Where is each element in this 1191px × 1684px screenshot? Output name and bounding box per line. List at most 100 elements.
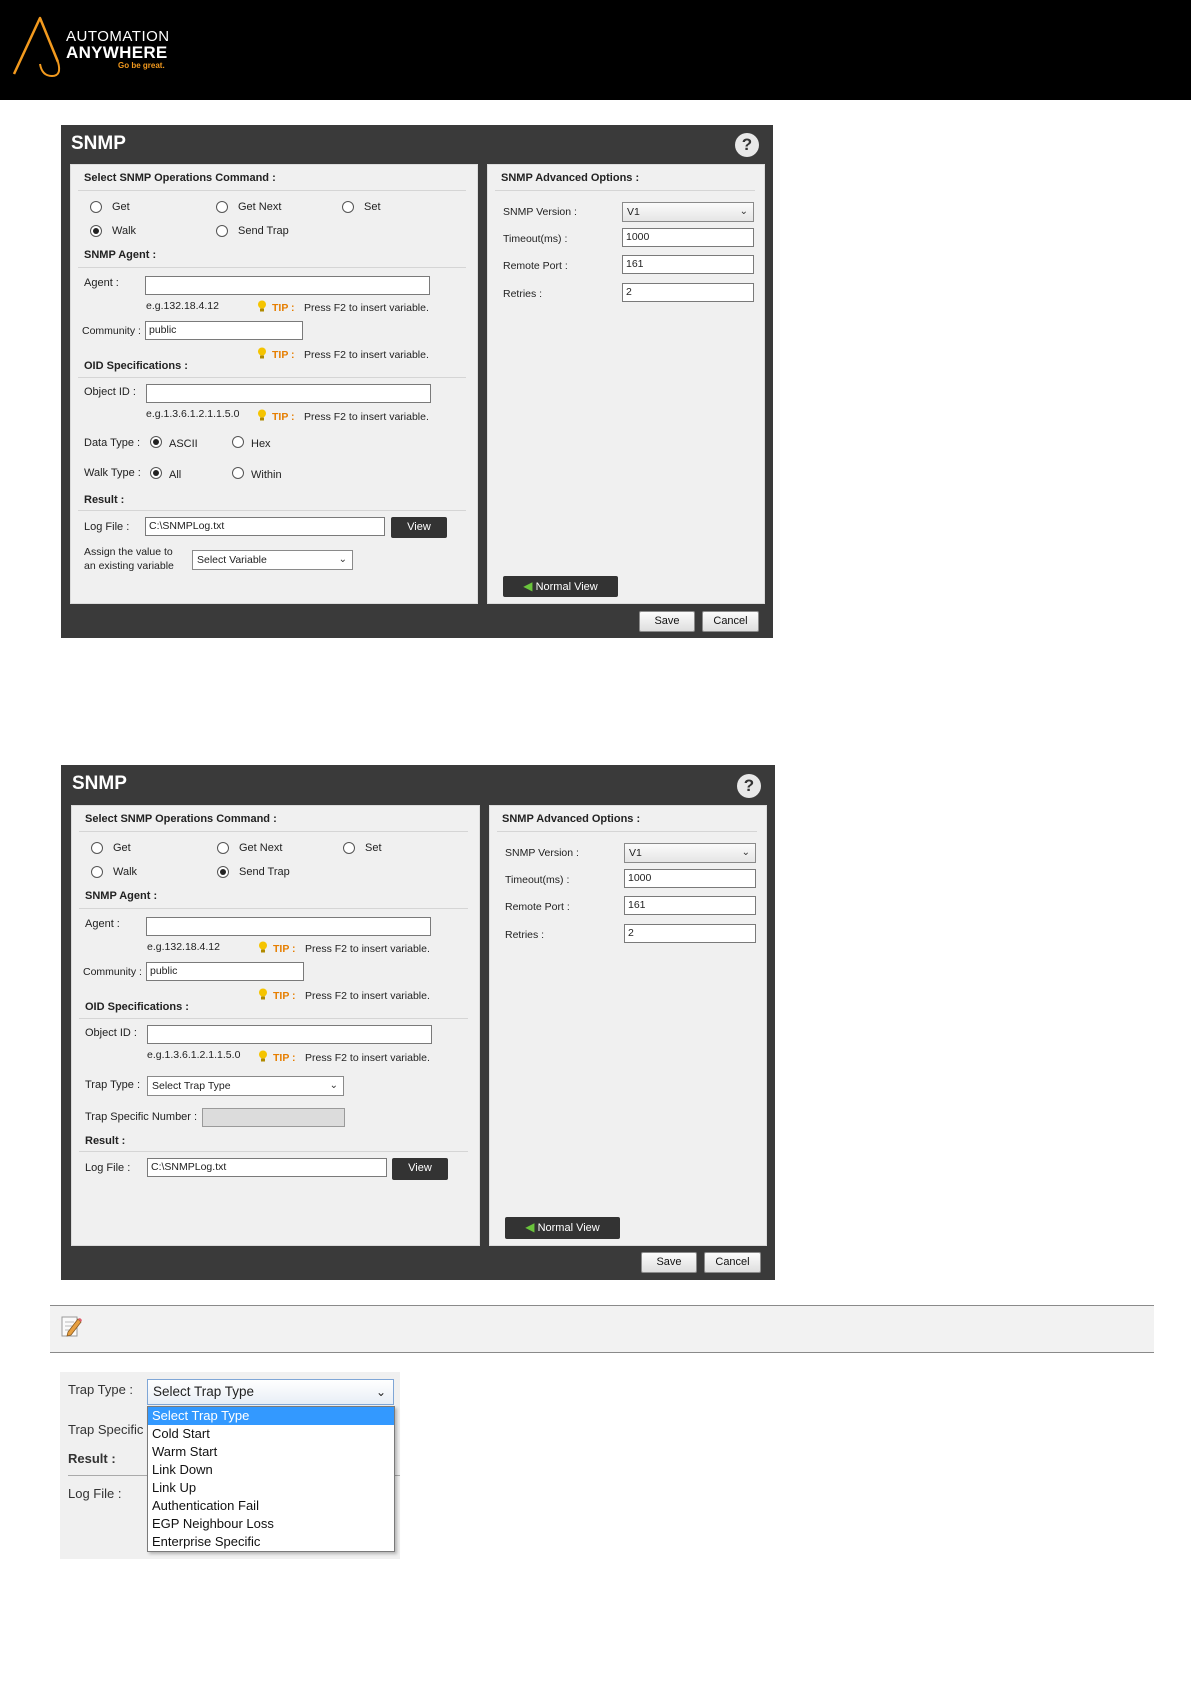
- retries-label: Retries :: [505, 929, 545, 941]
- radio-walk[interactable]: [91, 866, 103, 878]
- normal-view-button[interactable]: ◀ Normal View: [503, 576, 618, 597]
- community-label: Community :: [82, 325, 141, 337]
- log-file-label: Log File :: [85, 1162, 131, 1174]
- radio-set[interactable]: [342, 201, 354, 213]
- oid-example: e.g.1.3.6.1.2.1.1.5.0: [146, 408, 240, 420]
- tip-label: TIP :: [272, 349, 295, 361]
- normal-view-button[interactable]: ◀ Normal View: [505, 1217, 620, 1239]
- snmp-version-value: V1: [627, 206, 640, 218]
- trap-specific-input[interactable]: [202, 1108, 345, 1127]
- radio-send-trap[interactable]: [216, 225, 228, 237]
- cancel-button[interactable]: Cancel: [702, 611, 759, 632]
- trap-type-option[interactable]: Warm Start: [148, 1443, 394, 1461]
- timeout-input[interactable]: 1000: [624, 869, 756, 888]
- view-button[interactable]: View: [392, 1158, 448, 1180]
- label-send-trap: Send Trap: [238, 225, 289, 237]
- object-id-input[interactable]: [147, 1025, 432, 1044]
- radio-ascii[interactable]: [150, 436, 162, 448]
- lightbulb-icon: [258, 409, 266, 421]
- view-button[interactable]: View: [391, 517, 447, 538]
- community-label: Community :: [83, 966, 142, 978]
- tip-text: Press F2 to insert variable.: [304, 411, 429, 423]
- retries-label: Retries :: [503, 288, 543, 300]
- help-icon[interactable]: ?: [737, 774, 761, 798]
- agent-input[interactable]: [145, 276, 430, 295]
- select-variable-dropdown[interactable]: Select Variable ⌄: [192, 550, 353, 570]
- object-id-input[interactable]: [146, 384, 431, 403]
- community-input[interactable]: public: [145, 321, 303, 340]
- trap-type-options-list: Select Trap Type Cold Start Warm Start L…: [147, 1406, 395, 1552]
- community-input[interactable]: public: [146, 962, 304, 981]
- object-id-label: Object ID :: [85, 1027, 137, 1039]
- cancel-button[interactable]: Cancel: [704, 1252, 761, 1273]
- radio-within[interactable]: [232, 467, 244, 479]
- radio-get[interactable]: [91, 842, 103, 854]
- snmp-version-dropdown[interactable]: V1 ⌄: [622, 202, 754, 222]
- label-all: All: [169, 469, 182, 481]
- label-get: Get: [112, 201, 130, 213]
- agent-title: SNMP Agent :: [84, 249, 157, 261]
- help-icon[interactable]: ?: [735, 133, 759, 157]
- log-file-input[interactable]: C:\SNMPLog.txt: [145, 517, 385, 536]
- retries-input[interactable]: 2: [622, 283, 754, 302]
- radio-walk[interactable]: [90, 225, 102, 237]
- trap-type-label: Trap Type :: [85, 1079, 141, 1091]
- chevron-down-icon: ⌄: [375, 1385, 386, 1399]
- divider: [78, 377, 466, 378]
- dialog-title: SNMP: [72, 773, 127, 794]
- snmp-version-dropdown[interactable]: V1 ⌄: [624, 843, 756, 863]
- trap-type-option[interactable]: Authentication Fail: [148, 1497, 394, 1515]
- tip-label: TIP :: [273, 943, 296, 955]
- brand-line2: ANYWHERE: [66, 43, 168, 62]
- agent-example: e.g.132.18.4.12: [146, 300, 219, 312]
- radio-get-next[interactable]: [216, 201, 228, 213]
- radio-get[interactable]: [90, 201, 102, 213]
- trap-type-option[interactable]: Link Up: [148, 1479, 394, 1497]
- radio-hex[interactable]: [232, 436, 244, 448]
- log-file-label: Log File :: [84, 521, 130, 533]
- agent-label: Agent :: [85, 918, 120, 930]
- trap-type-option[interactable]: Cold Start: [148, 1425, 394, 1443]
- note-bar: [50, 1305, 1154, 1353]
- trap-type-dropdown-open[interactable]: Select Trap Type ⌄: [147, 1379, 394, 1405]
- tip-text: Press F2 to insert variable.: [305, 990, 430, 1002]
- oid-example: e.g.1.3.6.1.2.1.1.5.0: [147, 1049, 241, 1061]
- trap-type-dropdown[interactable]: Select Trap Type ⌄: [147, 1076, 344, 1096]
- trap-type-option[interactable]: Select Trap Type: [148, 1407, 394, 1425]
- oid-title: OID Specifications :: [84, 360, 188, 372]
- automation-anywhere-logo-icon: [12, 16, 61, 78]
- lightbulb-icon: [258, 300, 266, 312]
- agent-input[interactable]: [146, 917, 431, 936]
- radio-all[interactable]: [150, 467, 162, 479]
- retries-input[interactable]: 2: [624, 924, 756, 943]
- arrow-left-icon: ◀: [523, 579, 533, 593]
- radio-set[interactable]: [343, 842, 355, 854]
- trap-type-selected-value: Select Trap Type: [153, 1384, 255, 1399]
- trap-type-option[interactable]: Link Down: [148, 1461, 394, 1479]
- label-set: Set: [365, 842, 382, 854]
- label-get: Get: [113, 842, 131, 854]
- snmp-version-label: SNMP Version :: [503, 206, 577, 218]
- assign-label-line1: Assign the value to: [84, 546, 173, 558]
- trap-type-option[interactable]: EGP Neighbour Loss: [148, 1515, 394, 1533]
- trap-type-value: Select Trap Type: [152, 1080, 231, 1092]
- remote-port-input[interactable]: 161: [622, 255, 754, 274]
- tip-label: TIP :: [272, 302, 295, 314]
- label-walk: Walk: [112, 225, 137, 237]
- label-within: Within: [251, 469, 282, 481]
- save-button[interactable]: Save: [641, 1252, 697, 1273]
- timeout-input[interactable]: 1000: [622, 228, 754, 247]
- radio-get-next[interactable]: [217, 842, 229, 854]
- trap-type-option[interactable]: Enterprise Specific: [148, 1533, 394, 1551]
- log-file-input[interactable]: C:\SNMPLog.txt: [147, 1158, 387, 1177]
- remote-port-input[interactable]: 161: [624, 896, 756, 915]
- label-get-next: Get Next: [238, 201, 282, 213]
- divider: [78, 510, 466, 511]
- radio-send-trap[interactable]: [217, 866, 229, 878]
- log-file-label: Log File :: [68, 1486, 122, 1501]
- object-id-label: Object ID :: [84, 386, 136, 398]
- divider: [79, 831, 468, 832]
- chevron-down-icon: ⌄: [338, 554, 347, 565]
- advanced-title: SNMP Advanced Options :: [501, 172, 640, 184]
- save-button[interactable]: Save: [639, 611, 695, 632]
